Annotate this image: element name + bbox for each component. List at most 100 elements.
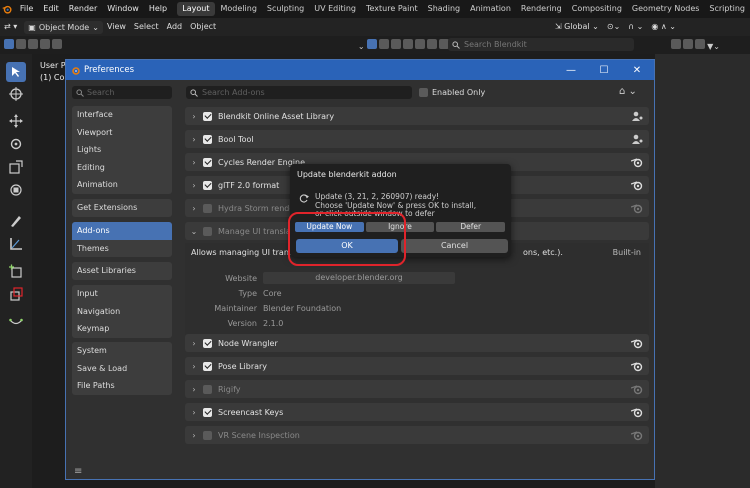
menu-edit[interactable]: Edit bbox=[38, 0, 64, 18]
transform-orientation-dropdown[interactable]: ⇲ Global ⌄ bbox=[551, 18, 603, 36]
sidebar-item-editing[interactable]: Editing bbox=[72, 159, 172, 177]
move-tool-icon[interactable] bbox=[6, 111, 26, 131]
hamburger-menu-icon[interactable]: ≡ bbox=[74, 466, 82, 477]
menu-object[interactable]: Object bbox=[186, 18, 220, 36]
tab-shading[interactable]: Shading bbox=[423, 0, 466, 18]
scale-tool-icon[interactable] bbox=[6, 157, 26, 177]
chevron-right-icon[interactable]: › bbox=[187, 385, 201, 394]
sidebar-item-keymap[interactable]: Keymap bbox=[72, 320, 172, 338]
menu-view[interactable]: View bbox=[103, 18, 130, 36]
tab-compositing[interactable]: Compositing bbox=[567, 0, 627, 18]
website-link[interactable]: developer.blender.org bbox=[263, 272, 455, 284]
addon-checkbox[interactable] bbox=[203, 430, 212, 440]
tab-rendering[interactable]: Rendering bbox=[516, 0, 567, 18]
menu-help[interactable]: Help bbox=[144, 0, 172, 18]
blender-logo-icon[interactable] bbox=[2, 2, 12, 16]
addon-checkbox[interactable] bbox=[203, 338, 212, 348]
proportional-edit-icon[interactable]: ◉ ∧ ⌄ bbox=[647, 18, 680, 36]
chevron-right-icon[interactable]: › bbox=[187, 431, 201, 440]
addon-checkbox[interactable] bbox=[203, 180, 212, 190]
addon-checkbox[interactable] bbox=[203, 157, 212, 167]
menu-select[interactable]: Select bbox=[130, 18, 163, 36]
addon-search-input[interactable]: Search Add-ons bbox=[186, 86, 412, 99]
tab-layout[interactable]: Layout bbox=[177, 2, 215, 16]
sidebar-search-input[interactable]: Search bbox=[72, 86, 172, 99]
tab-sculpting[interactable]: Sculpting bbox=[262, 0, 309, 18]
add-cube-tool-icon[interactable] bbox=[6, 261, 26, 281]
sidebar-item-lights[interactable]: Lights bbox=[72, 141, 172, 159]
chevron-down-icon[interactable]: ⌄ bbox=[187, 227, 201, 236]
select-mode-icons[interactable] bbox=[4, 39, 64, 51]
addon-row-blendkit[interactable]: › Blendkit Online Asset Library bbox=[185, 107, 649, 125]
sidebar-item-save-load[interactable]: Save & Load bbox=[72, 360, 172, 378]
transform-tool-icon[interactable] bbox=[6, 180, 26, 200]
chevron-right-icon[interactable]: › bbox=[187, 339, 201, 348]
menu-window[interactable]: Window bbox=[102, 0, 144, 18]
sidebar-item-asset-libraries[interactable]: Asset Libraries bbox=[72, 262, 172, 280]
chevron-right-icon[interactable]: › bbox=[187, 408, 201, 417]
cancel-button[interactable]: Cancel bbox=[401, 239, 508, 253]
tab-geometry-nodes[interactable]: Geometry Nodes bbox=[627, 0, 704, 18]
measure-tool-icon[interactable] bbox=[6, 234, 26, 254]
addon-row-node-wrangler[interactable]: › Node Wrangler bbox=[185, 334, 649, 352]
menu-add[interactable]: Add bbox=[163, 18, 187, 36]
enabled-only-checkbox[interactable] bbox=[419, 88, 428, 97]
addon-checkbox[interactable] bbox=[203, 134, 212, 144]
addon-checkbox[interactable] bbox=[203, 203, 212, 213]
menu-render[interactable]: Render bbox=[64, 0, 102, 18]
sidebar-item-interface[interactable]: Interface bbox=[72, 106, 172, 124]
menu-file[interactable]: File bbox=[15, 0, 38, 18]
chevron-right-icon[interactable]: › bbox=[187, 362, 201, 371]
addon-row-rigify[interactable]: › Rigify bbox=[185, 380, 649, 398]
close-icon[interactable]: ✕ bbox=[620, 60, 654, 80]
cursor-tool-icon[interactable] bbox=[6, 84, 26, 104]
tab-modeling[interactable]: Modeling bbox=[216, 0, 262, 18]
sidebar-item-viewport[interactable]: Viewport bbox=[72, 124, 172, 142]
tab-animation[interactable]: Animation bbox=[465, 0, 516, 18]
snap-icon[interactable]: ∩ ⌄ bbox=[624, 18, 647, 36]
tab-scripting[interactable]: Scripting bbox=[704, 0, 750, 18]
chevron-right-icon[interactable]: › bbox=[187, 112, 201, 121]
chevron-right-icon[interactable]: › bbox=[187, 135, 201, 144]
sidebar-item-system[interactable]: System bbox=[72, 342, 172, 360]
viewport-overlay-icons[interactable]: ▼⌄ bbox=[671, 39, 720, 51]
enabled-only-toggle[interactable]: Enabled Only bbox=[419, 86, 485, 99]
sidebar-item-get-extensions[interactable]: Get Extensions bbox=[72, 199, 172, 217]
select-tool-icon[interactable] bbox=[6, 62, 26, 82]
annotate-tool-icon[interactable] bbox=[6, 211, 26, 231]
blender-icon bbox=[631, 181, 643, 191]
addon-row-pose-library[interactable]: › Pose Library bbox=[185, 357, 649, 375]
mode-dropdown[interactable]: ▣ Object Mode ⌄ bbox=[24, 20, 103, 34]
chevron-right-icon[interactable]: › bbox=[187, 158, 201, 167]
sidebar-item-input[interactable]: Input bbox=[72, 285, 172, 303]
addon-checkbox[interactable] bbox=[203, 361, 212, 371]
maximize-icon[interactable]: ☐ bbox=[587, 60, 621, 80]
pivot-icon[interactable]: ⊙⌄ bbox=[603, 18, 624, 36]
rotate-tool-icon[interactable] bbox=[6, 134, 26, 154]
choice-defer[interactable]: Defer bbox=[436, 222, 506, 232]
sidebar-item-addons[interactable]: Add-ons bbox=[72, 222, 172, 240]
addon-checkbox[interactable] bbox=[203, 226, 212, 236]
sidebar-item-animation[interactable]: Animation bbox=[72, 176, 172, 194]
addon-row-bool-tool[interactable]: › Bool Tool bbox=[185, 130, 649, 148]
chevron-right-icon[interactable]: › bbox=[187, 181, 201, 190]
loop-cut-tool-icon[interactable] bbox=[6, 312, 26, 332]
minimize-icon[interactable]: — bbox=[554, 60, 588, 80]
preferences-titlebar[interactable]: Preferences — ☐ ✕ bbox=[66, 60, 654, 80]
maintainer-label: Maintainer bbox=[214, 304, 257, 313]
tab-texture-paint[interactable]: Texture Paint bbox=[361, 0, 423, 18]
sidebar-item-themes[interactable]: Themes bbox=[72, 240, 172, 258]
extrude-tool-icon[interactable] bbox=[6, 284, 26, 304]
sidebar-item-navigation[interactable]: Navigation bbox=[72, 303, 172, 321]
chevron-right-icon[interactable]: › bbox=[187, 204, 201, 213]
blendkit-search-input[interactable]: Search Blendkit bbox=[448, 38, 634, 51]
editor-type-icon[interactable]: ⇄ ▾ bbox=[0, 18, 21, 36]
tab-uv-editing[interactable]: UV Editing bbox=[309, 0, 361, 18]
addon-row-screencast-keys[interactable]: › Screencast Keys bbox=[185, 403, 649, 421]
addon-row-vr-scene-inspection[interactable]: › VR Scene Inspection bbox=[185, 426, 649, 444]
tag-filter-icon[interactable]: ⌂ ⌄ bbox=[619, 86, 637, 97]
addon-checkbox[interactable] bbox=[203, 111, 212, 121]
addon-checkbox[interactable] bbox=[203, 407, 212, 417]
sidebar-item-file-paths[interactable]: File Paths bbox=[72, 377, 172, 395]
addon-checkbox[interactable] bbox=[203, 384, 212, 394]
